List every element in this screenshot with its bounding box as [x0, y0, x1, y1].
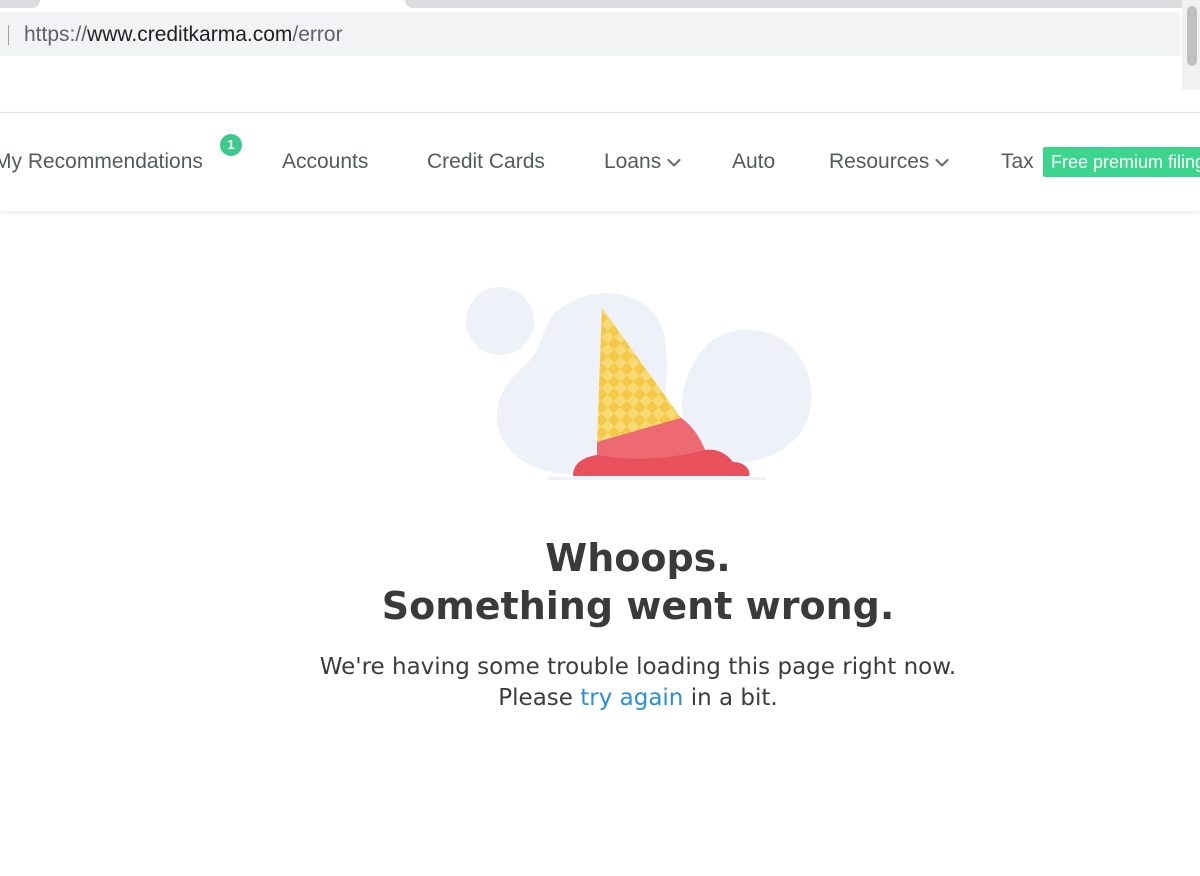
- url-path: /error: [292, 23, 343, 46]
- nav-item-resources[interactable]: Resources: [829, 149, 949, 175]
- nav-item-auto[interactable]: Auto: [732, 149, 775, 175]
- nav-item-label: Credit Cards: [427, 150, 545, 173]
- url-text[interactable]: https://www.creditkarma.com/error: [24, 22, 343, 48]
- nav-item-label: Accounts: [282, 150, 369, 173]
- nav-item-label: Tax: [1001, 150, 1034, 173]
- url-host: www.creditkarma.com: [87, 23, 293, 46]
- browser-tab[interactable]: [0, 0, 40, 8]
- browser-tab-strip: [0, 0, 1200, 12]
- headline-line-1: Whoops.: [545, 536, 731, 580]
- nav-item-tax[interactable]: Tax: [1001, 149, 1034, 175]
- error-message-suffix: in a bit.: [683, 685, 778, 711]
- error-message: We're having some trouble loading this p…: [0, 652, 1200, 714]
- error-headline: Whoops. Something went wrong.: [0, 534, 1200, 630]
- nav-item-accounts[interactable]: Accounts: [282, 149, 368, 175]
- scrollbar[interactable]: [1182, 0, 1200, 90]
- error-message-line-1: We're having some trouble loading this p…: [319, 654, 957, 680]
- try-again-link[interactable]: try again: [580, 685, 683, 711]
- chevron-down-icon: [667, 149, 681, 175]
- free-premium-filing-tag[interactable]: Free premium filing: [1043, 147, 1200, 177]
- ice-cream-cone-icon: [466, 287, 812, 480]
- notification-badge: 1: [220, 134, 242, 156]
- error-message-prefix: Please: [498, 685, 581, 711]
- address-bar[interactable]: https://www.creditkarma.com/error: [0, 12, 1180, 56]
- nav-item-label: Loans: [604, 150, 662, 173]
- headline-line-2: Something went wrong.: [381, 584, 895, 628]
- nav-item-label: Resources: [829, 150, 930, 173]
- dropped-ice-cream-illustration: [455, 280, 825, 495]
- url-scheme: https://: [24, 23, 88, 46]
- nav-item-my-recommendations[interactable]: My Recommendations: [0, 149, 203, 175]
- address-bar-divider: [8, 25, 9, 45]
- browser-tab[interactable]: [405, 0, 1200, 8]
- nav-item-credit-cards[interactable]: Credit Cards: [427, 149, 545, 175]
- nav-item-label: My Recommendations: [0, 150, 203, 173]
- nav-item-loans[interactable]: Loans: [604, 149, 681, 175]
- nav-item-label: Auto: [732, 150, 776, 173]
- error-message-line-2: Please try again in a bit.: [0, 683, 1200, 714]
- scrollbar-thumb[interactable]: [1187, 6, 1197, 66]
- chevron-down-icon: [935, 149, 949, 175]
- main-nav: My Recommendations 1 Accounts Credit Car…: [0, 112, 1200, 211]
